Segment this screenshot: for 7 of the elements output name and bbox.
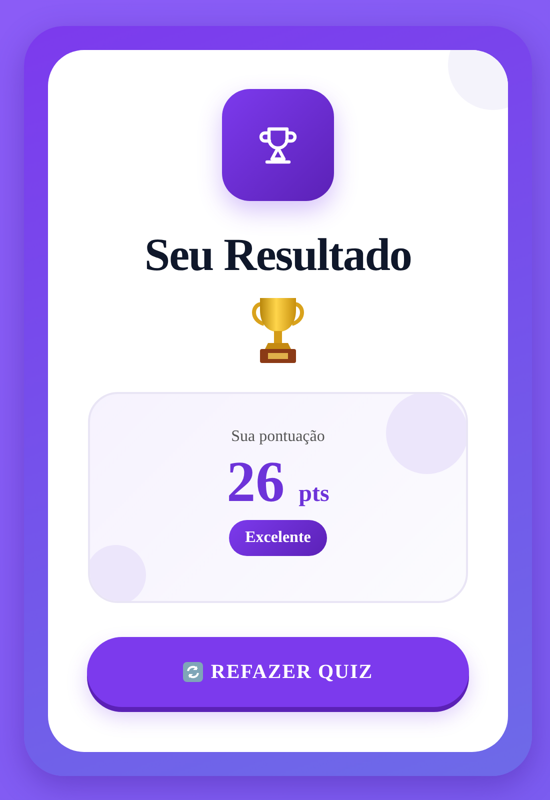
score-label: Sua pontuação (231, 428, 325, 446)
refresh-icon (182, 662, 203, 682)
result-title: Seu Resultado (144, 228, 412, 282)
retry-button[interactable]: REFAZER QUIZ (87, 637, 469, 708)
score-unit: pts (298, 481, 330, 508)
rating-badge: Excelente (229, 520, 327, 556)
score-value: 26 (226, 450, 285, 514)
